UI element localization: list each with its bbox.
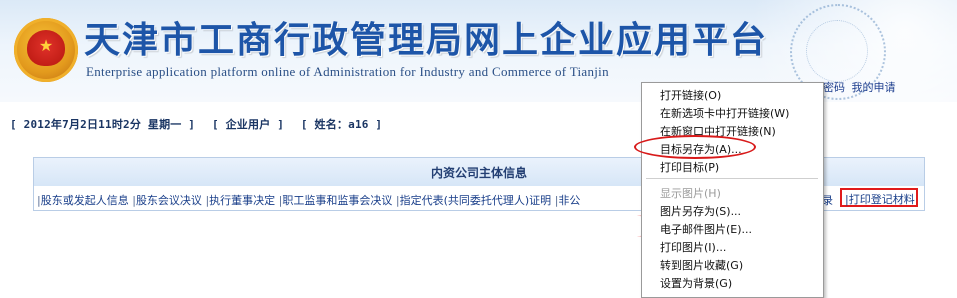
tab-supervisor-resolution[interactable]: 职工监事和监事会决议 [282,194,392,207]
menu-item-email-picture[interactable]: 电子邮件图片(E)... [660,221,752,237]
tab-non-public[interactable]: 非公 [558,194,580,207]
tab-director-decision[interactable]: 执行董事决定 [209,194,275,207]
site-title: 天津市工商行政管理局网上企业应用平台 [84,19,769,61]
menu-item-show-picture: 显示图片(H) [660,187,721,200]
menu-item-open-link[interactable]: 打开链接(O) [660,87,721,103]
menu-item-open-new-tab[interactable]: 在新选项卡中打开链接(W) [660,105,789,121]
star-icon: ★ [38,36,54,55]
top-links: 密码 我的申请 [823,79,899,95]
annotation-oval [634,135,756,159]
menu-item-print-picture[interactable]: 打印图片(I)... [660,239,726,255]
emblem-shield: ★ [27,30,65,66]
tab-shareholders[interactable]: 股东或发起人信息 [41,194,129,207]
menu-item-go-to-pictures[interactable]: 转到图片收藏(G) [660,257,743,273]
tab-print-registration[interactable]: |打印登记材料 [840,188,918,207]
menu-divider [646,178,818,179]
my-requests-link[interactable]: 我的申请 [852,81,896,94]
site-subtitle: Enterprise application platform online o… [86,64,609,79]
menu-item-print-target[interactable]: 打印目标(P) [660,159,719,175]
national-emblem-icon: ★ [14,18,78,82]
user-name-text: [ 姓名：a16 ] [300,118,383,131]
context-menu: 打开链接(O) 在新选项卡中打开链接(W) 在新窗口中打开链接(N) 目标另存为… [641,82,824,298]
datetime-text: [ 2012年7月2日11时2分 星期一 ] [10,118,196,131]
tab-shareholder-resolution[interactable]: 股东会议决议 [136,194,202,207]
password-link[interactable]: 密码 [823,81,845,94]
tab-designated-representative[interactable]: 指定代表(共同委托代理人)证明 [400,194,552,207]
tab-print-registration-label: 打印登记材料 [848,193,915,206]
menu-item-set-as-background[interactable]: 设置为背景(G) [660,275,732,291]
user-type-text: [ 企业用户 ] [211,118,285,131]
user-status-bar: [ 2012年7月2日11时2分 星期一 ] [ 企业用户 ] [ 姓名：a16… [10,116,392,132]
menu-item-save-picture-as[interactable]: 图片另存为(S)... [660,203,741,219]
